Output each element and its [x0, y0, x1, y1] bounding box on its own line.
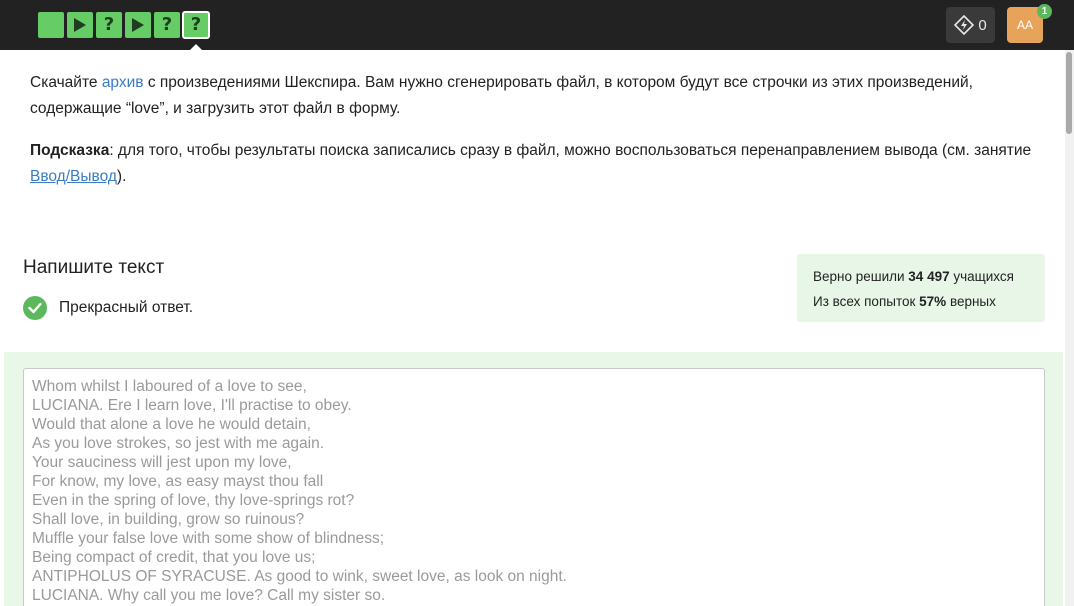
play-icon — [132, 18, 144, 32]
question-icon: ? — [161, 14, 173, 35]
answer-status: Прекрасный ответ. — [23, 296, 193, 320]
solved-count-line: Верно решили 34 497 учащихся — [813, 269, 1014, 284]
step-2-video[interactable] — [67, 12, 93, 38]
checkmark-icon — [23, 296, 47, 320]
question-icon: ? — [103, 14, 115, 35]
text-line: As you love strokes, so jest with me aga… — [32, 435, 325, 452]
step-3-quiz[interactable]: ? — [96, 12, 122, 38]
avatar-initials: AA — [1016, 18, 1033, 32]
archive-link[interactable]: архив — [102, 74, 144, 91]
text-line: Being compact of credit, that you love u… — [32, 549, 316, 566]
step-4-video[interactable] — [125, 12, 151, 38]
text-line: Shall love, in building, grow so ruinous… — [32, 511, 305, 528]
lightning-icon — [954, 15, 975, 35]
energy-count: 0 — [978, 16, 987, 34]
solve-stats-panel: Верно решили 34 497 учащихся Из всех поп… — [797, 254, 1045, 322]
current-step-pointer — [190, 44, 202, 50]
text-line: LUCIANA. Why call you me love? Call my s… — [32, 587, 386, 604]
text-line: Your sauciness will jest upon my love, — [32, 454, 292, 471]
top-navigation-bar: ? ? ? 0 AA 1 — [0, 0, 1074, 50]
hint-paragraph: Подсказка: для того, чтобы результаты по… — [30, 142, 1032, 185]
step-6-quiz-current[interactable]: ? — [182, 11, 210, 39]
task-description: Скачайте архив с произведениями Шекспира… — [30, 70, 1040, 206]
text-line: LUCIANA. Ere I learn love, I'll practise… — [32, 397, 352, 414]
step-1-theory[interactable] — [38, 12, 64, 38]
text-line: Would that alone a love he would detain, — [32, 416, 311, 433]
scrollbar-thumb[interactable] — [1066, 52, 1072, 134]
section-title: Напишите текст — [23, 257, 165, 278]
text-line: Muffle your false love with some show of… — [32, 530, 385, 547]
play-icon — [74, 18, 86, 32]
step-navigation: ? ? ? — [38, 11, 210, 39]
question-icon: ? — [190, 14, 202, 35]
notification-badge: 1 — [1037, 4, 1052, 19]
task-paragraph: Скачайте архив с произведениями Шекспира… — [30, 74, 973, 117]
step-5-quiz[interactable]: ? — [154, 12, 180, 38]
energy-button[interactable]: 0 — [946, 7, 995, 43]
text-line: Whom whilst I laboured of a love to see, — [32, 378, 307, 395]
answer-textarea[interactable]: Whom whilst I laboured of a love to see,… — [23, 368, 1045, 606]
text-line: ANTIPHOLUS OF SYRACUSE. As good to wink,… — [32, 568, 567, 585]
io-lesson-link[interactable]: Ввод/Вывод — [30, 168, 117, 185]
success-rate-line: Из всех попыток 57% верных — [813, 294, 996, 309]
text-line: For know, my love, as easy mayst thou fa… — [32, 473, 324, 490]
hint-label: Подсказка — [30, 142, 110, 159]
text-line: Even in the spring of love, thy love-spr… — [32, 492, 355, 509]
answer-status-text: Прекрасный ответ. — [59, 299, 194, 316]
